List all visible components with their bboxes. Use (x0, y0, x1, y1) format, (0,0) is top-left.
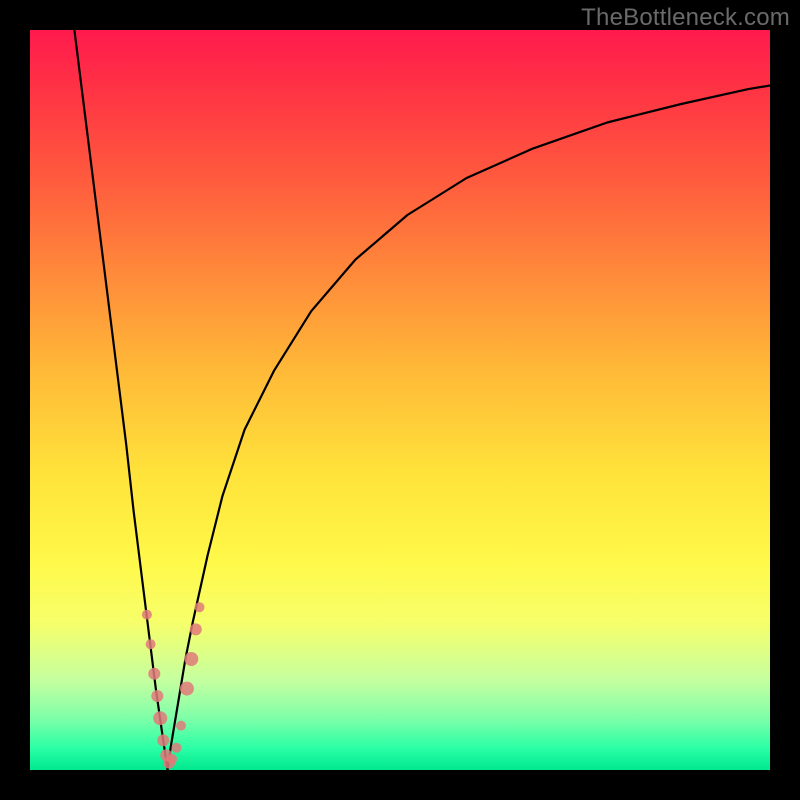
data-point (151, 690, 163, 702)
data-point (195, 602, 205, 612)
data-point (190, 623, 202, 635)
data-points-group (142, 602, 205, 768)
curve-group (74, 30, 770, 770)
plot-area (30, 30, 770, 770)
data-point (146, 639, 156, 649)
data-point (142, 610, 152, 620)
data-point (148, 668, 160, 680)
chart-frame: TheBottleneck.com (0, 0, 800, 800)
data-point (184, 652, 198, 666)
data-point (180, 682, 194, 696)
watermark-text: TheBottleneck.com (581, 4, 790, 32)
data-point (153, 711, 167, 725)
data-point (157, 734, 169, 746)
data-point (172, 743, 182, 753)
data-point (176, 721, 186, 731)
curve-svg (30, 30, 770, 770)
bottleneck-curve (74, 30, 770, 770)
data-point (167, 754, 177, 764)
